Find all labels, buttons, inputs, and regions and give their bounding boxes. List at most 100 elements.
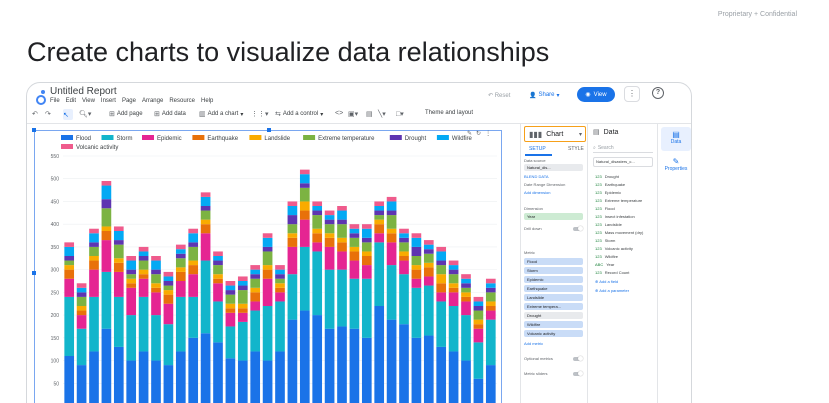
menu-view[interactable]: View [82, 98, 95, 104]
field-item[interactable]: 123 Insect infestation [595, 214, 635, 219]
metric-chip[interactable]: Epidemic [524, 276, 583, 283]
add-chart-button[interactable]: ▥ Add a chart ▾ [199, 110, 243, 118]
community-viz-icon[interactable]: ⋮⋮▾ [251, 110, 269, 118]
rail-data-tab[interactable]: ▤ Data [661, 127, 691, 151]
undo-icon[interactable]: ↶ [32, 110, 38, 118]
field-item[interactable]: 123 Record Count [595, 270, 629, 275]
menu-resource[interactable]: Resource [169, 98, 195, 104]
blend-data-button[interactable]: BLEND DATA [524, 174, 549, 179]
field-item[interactable]: 123 Volcanic activity [595, 246, 633, 251]
menu-insert[interactable]: Insert [101, 98, 116, 104]
bar-segment [461, 292, 471, 297]
zoom-icon[interactable]: 🔍︎▾ [79, 110, 91, 118]
field-item[interactable]: 123 Epidemic [595, 190, 621, 195]
add-field-button[interactable]: ⊕ Add a field [595, 279, 618, 284]
add-data-button[interactable]: ⊞ Add data [154, 110, 186, 118]
optional-metrics-toggle[interactable] [573, 356, 583, 361]
view-button[interactable]: ◉ View [577, 87, 615, 102]
bar-segment [411, 233, 422, 238]
bar-segment [324, 215, 335, 220]
bar-segment [163, 281, 174, 286]
metric-sliders-toggle[interactable] [573, 371, 583, 376]
chevron-down-icon: ▾ [578, 131, 582, 138]
field-item[interactable]: 123 Extreme temperature [595, 198, 642, 203]
add-page-label: Add page [116, 111, 143, 117]
report-canvas[interactable]: Flood Storm Epidemic Earthquake Landslide Ext… [27, 124, 520, 403]
bar-segment [188, 260, 199, 266]
bar-segment [473, 324, 484, 329]
pencil-icon: ✎ [672, 157, 680, 166]
bar-segment [225, 281, 236, 286]
menu-help[interactable]: Help [201, 98, 213, 104]
chart-container[interactable]: Flood Storm Epidemic Earthquake Landslide Ext… [32, 128, 502, 403]
share-button[interactable]: 👤 Share ▾ [529, 88, 568, 102]
bar-segment [436, 246, 447, 252]
tab-style[interactable]: STYLE [568, 146, 584, 152]
metric-chip[interactable]: Volcanic activity [524, 330, 583, 337]
bar-segment [175, 271, 186, 281]
rail-properties-tab[interactable]: ✎ Properties [661, 154, 691, 178]
theme-layout-button[interactable]: Theme and layout [425, 110, 473, 116]
more-options-icon[interactable]: ⋮ [624, 86, 640, 102]
tab-setup[interactable]: SETUP [529, 146, 546, 152]
bar-segment [324, 246, 335, 270]
shape-icon[interactable]: □▾ [396, 110, 404, 118]
bar-segment [461, 287, 471, 293]
field-item[interactable]: 123 Mass movement (dry) [595, 230, 643, 235]
bar-segment [337, 237, 347, 243]
menu-edit[interactable]: Edit [66, 98, 76, 104]
line-icon[interactable]: ╲▾ [378, 110, 386, 118]
code-icon[interactable]: <> [335, 110, 343, 117]
data-source-chip[interactable]: Natural_dis... [524, 164, 583, 171]
bar-segment [64, 265, 75, 270]
resize-handle[interactable] [32, 128, 36, 132]
menu-file[interactable]: File [50, 98, 60, 104]
refresh-icon[interactable]: ↻ [476, 130, 481, 137]
bar-segment [89, 233, 99, 243]
chart-type-picker[interactable]: ▮▮▮ Chart ▾ [524, 126, 586, 142]
reset-button[interactable]: ↶ Reset [488, 92, 510, 99]
metric-chip[interactable]: Landslide [524, 294, 583, 301]
bar-segment [473, 301, 484, 306]
redo-icon[interactable]: ↷ [45, 110, 51, 118]
metric-chip[interactable]: Wildfire [524, 321, 583, 328]
field-item[interactable]: 123 Drought [595, 174, 619, 179]
add-control-button[interactable]: ⇆ Add a control ▾ [275, 110, 323, 118]
field-item[interactable]: 123 Wildfire [595, 254, 618, 259]
bar-segment [151, 283, 161, 288]
select-cursor-icon[interactable]: ↖ [63, 109, 73, 120]
field-item[interactable]: 123 Storm [595, 238, 615, 243]
metric-chip[interactable]: Drought [524, 312, 583, 319]
bar-segment [374, 219, 385, 225]
menu-arrange[interactable]: Arrange [142, 98, 163, 104]
add-parameter-button[interactable]: ⊕ Add a parameter [595, 288, 629, 293]
menu-page[interactable]: Page [122, 98, 136, 104]
date-range-label: Date Range Dimension [524, 182, 566, 187]
more-vert-icon[interactable]: ⋮ [485, 130, 491, 137]
field-item[interactable]: 123 Landslide [595, 222, 622, 227]
resize-handle[interactable] [267, 128, 271, 132]
dimension-chip[interactable]: Year [524, 213, 583, 220]
metric-sliders-label: Metric sliders [524, 371, 548, 376]
field-item[interactable]: ABC Year [595, 262, 614, 267]
metric-chip[interactable]: Earthquake [524, 285, 583, 292]
text-box-icon[interactable]: ▤ [366, 110, 373, 118]
image-icon[interactable]: ▣▾ [348, 110, 358, 118]
resize-handle[interactable] [32, 271, 36, 275]
add-metric-button[interactable]: Add metric [524, 341, 543, 346]
data-search-input[interactable]: ⌕ Search [593, 144, 653, 153]
edit-icon[interactable]: ✎ [467, 130, 472, 137]
field-item[interactable]: 123 Flood [595, 206, 615, 211]
data-source-selector[interactable]: Natural_disasters_c... [593, 157, 653, 167]
drill-down-toggle[interactable] [573, 226, 583, 231]
document-title[interactable]: Untitled Report [50, 86, 117, 97]
metric-chip[interactable]: Flood [524, 258, 583, 265]
metric-chip[interactable]: Storm [524, 267, 583, 274]
field-item[interactable]: 123 Earthquake [595, 182, 625, 187]
bar-segment [399, 228, 409, 234]
add-page-button[interactable]: ⊞ Add page [109, 110, 143, 118]
help-icon[interactable]: ? [652, 87, 664, 99]
legend-swatch [249, 135, 262, 140]
metric-chip[interactable]: Extreme tempera... [524, 303, 583, 310]
add-dimension-button[interactable]: Add dimension [524, 190, 550, 195]
